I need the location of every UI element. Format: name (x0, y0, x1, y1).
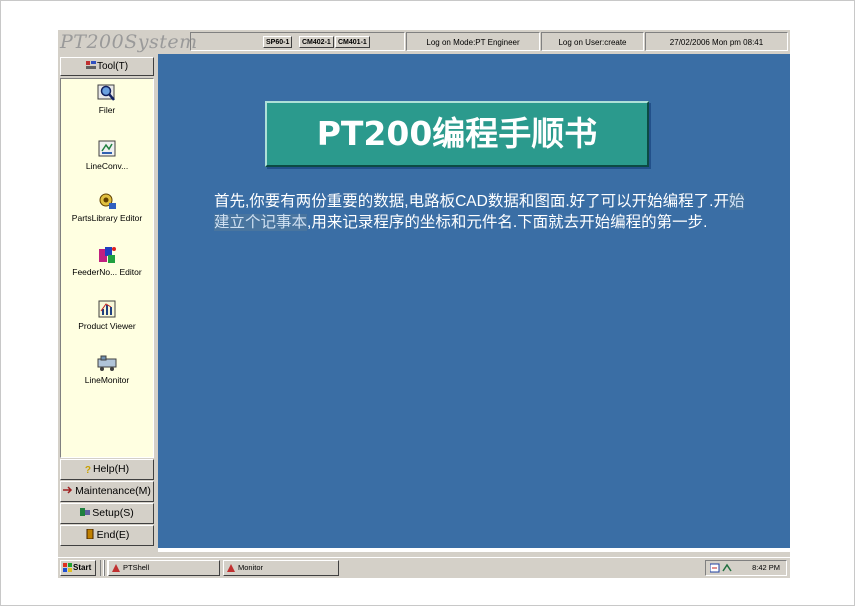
tool-filer-label: Filer (98, 105, 116, 115)
horizontal-scroll-thumb[interactable] (158, 552, 656, 555)
start-label: Start (73, 563, 92, 572)
intro-paragraph: 首先,你要有两份重要的数据,电路板CAD数据和图面.好了可以开始编程了.开始建立… (214, 191, 754, 233)
datetime-display: 27/02/2006 Mon pm 08:41 (645, 32, 788, 51)
tool-menu-label: Tool(T) (96, 61, 129, 72)
maintenance-icon (63, 486, 73, 494)
tool-feeder-editor[interactable]: FeederNo... Editor (61, 245, 153, 277)
tool-parts-library[interactable]: PartsLibrary Editor (61, 191, 153, 223)
tool-icon (85, 61, 96, 69)
windows-logo-icon (63, 563, 72, 572)
setup-icon (80, 508, 91, 516)
end-button[interactable]: End(E) (60, 525, 154, 546)
start-button[interactable]: Start (60, 560, 96, 576)
setup-label: Setup(S) (92, 507, 134, 519)
help-button[interactable]: ? Help(H) (60, 459, 154, 480)
intro-text-end: ,用来记录程序的坐标和元件名.下面就去开始编程的第一步. (307, 214, 708, 231)
module-tab-cm401[interactable]: CM401-1 (335, 36, 370, 48)
tool-feeder-editor-label: FeederNo... Editor (72, 267, 142, 277)
logon-mode: Log on Mode:PT Engineer (406, 32, 540, 51)
pt200-window: PT200System SP60-1 CM402-1 CM401-1 Log o… (58, 30, 790, 578)
help-label: Help(H) (92, 463, 130, 475)
taskbar: Start PTShell Monitor 8:42 PM (58, 557, 790, 578)
module-tab-cm402[interactable]: CM402-1 (299, 36, 334, 48)
main-content: PT200编程手顺书 首先,你要有两份重要的数据,电路板CAD数据和图面.好了可… (158, 54, 790, 548)
language-bar-icon[interactable] (710, 563, 720, 573)
ptshell-app-icon (112, 564, 120, 572)
tool-filer[interactable]: Filer (61, 83, 153, 115)
taskbar-clock: 8:42 PM (752, 563, 780, 572)
tool-product-viewer[interactable]: Product Viewer (61, 299, 153, 331)
logon-user: Log on User:create (541, 32, 644, 51)
task-monitor[interactable]: Monitor (223, 560, 339, 576)
filer-icon (97, 84, 115, 101)
app-logo: PT200System (60, 31, 198, 53)
end-icon (86, 529, 94, 539)
help-icon: ? (84, 465, 91, 476)
maintenance-label: Maintenance(M) (75, 485, 151, 497)
tool-line-conv[interactable]: LineConv... (61, 139, 153, 171)
product-viewer-icon (98, 300, 116, 318)
task-ptshell-label: PTShell (123, 563, 150, 572)
page-title: PT200编程手顺书 (265, 101, 649, 167)
tool-list: Filer LineConv... PartsLibrary Editor Fe… (60, 78, 154, 458)
status-bar: PT200System SP60-1 CM402-1 CM401-1 Log o… (58, 30, 790, 54)
line-monitor-icon (97, 355, 117, 371)
line-conv-icon (98, 140, 116, 157)
task-monitor-label: Monitor (238, 563, 264, 572)
tool-line-conv-label: LineConv... (85, 161, 129, 171)
tool-parts-library-label: PartsLibrary Editor (71, 213, 143, 223)
tool-line-monitor-label: LineMonitor (84, 375, 130, 385)
system-tray: 8:42 PM (705, 560, 787, 576)
setup-button[interactable]: Setup(S) (60, 503, 154, 524)
intro-text-start: 首先,你要有两份重要的数据,电路板CAD数据和图面.好了可以开始编程了.开 (214, 193, 729, 210)
module-status-cell: SP60-1 CM402-1 CM401-1 (190, 32, 405, 51)
tool-menu-button[interactable]: Tool(T) (60, 57, 154, 76)
maintenance-button[interactable]: Maintenance(M) (60, 481, 154, 502)
end-label: End(E) (96, 529, 130, 541)
tool-product-viewer-label: Product Viewer (78, 321, 136, 331)
module-tab-sp60[interactable]: SP60-1 (263, 36, 293, 48)
tool-line-monitor[interactable]: LineMonitor (61, 353, 153, 385)
left-panel: Tool(T) Filer LineConv... PartsLibrary E… (58, 54, 157, 548)
task-ptshell[interactable]: PTShell (108, 560, 220, 576)
feeder-editor-icon (99, 247, 116, 263)
parts-library-icon (99, 193, 116, 209)
network-icon[interactable] (722, 563, 732, 573)
monitor-app-icon (227, 564, 235, 572)
